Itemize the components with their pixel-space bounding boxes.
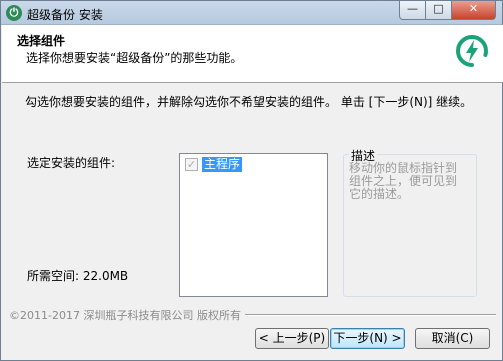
installer-window: ⏻ 超级备份 安装 — □ ✕ 选择组件 选择你想要安装“超级备份”的那些功能。… [0, 0, 503, 361]
page-header: 选择组件 选择你想要安装“超级备份”的那些功能。 [2, 25, 503, 83]
required-space-label: 所需空间: 22.0MB [27, 269, 129, 283]
minimize-button[interactable]: — [399, 1, 426, 20]
component-item-main[interactable]: ✓ 主程序 [185, 157, 243, 172]
close-button[interactable]: ✕ [452, 1, 496, 20]
cancel-button[interactable]: 取消(C) [415, 328, 490, 349]
power-logo-icon [456, 35, 488, 67]
select-components-label: 选定安装的组件: [27, 156, 116, 170]
page-subtitle: 选择你想要安装“超级备份”的那些功能。 [26, 51, 243, 65]
maximize-button[interactable]: □ [426, 1, 452, 20]
power-icon: ⏻ [6, 5, 22, 21]
copyright-text: ©2011-2017 深圳瓶子科技有限公司 版权所有 [9, 307, 245, 323]
back-button[interactable]: < 上一步(P) [255, 328, 329, 349]
description-text: 移动你的鼠标指针到组件之上，便可见到它的描述。 [349, 161, 458, 201]
instruction-text: 勾选你想要安装的组件，并解除勾选你不希望安装的组件。 单击 [下一步(N)] 继… [25, 95, 473, 109]
title-bar[interactable]: ⏻ 超级备份 安装 — □ ✕ [1, 1, 502, 25]
page-title: 选择组件 [17, 34, 66, 48]
checkbox-icon[interactable]: ✓ [185, 158, 198, 171]
components-tree[interactable]: ✓ 主程序 [179, 153, 328, 297]
component-label: 主程序 [202, 157, 243, 172]
caption-buttons: — □ ✕ [399, 1, 496, 20]
window-title: 超级备份 安装 [27, 8, 103, 22]
next-button[interactable]: 下一步(N) > [330, 328, 405, 349]
